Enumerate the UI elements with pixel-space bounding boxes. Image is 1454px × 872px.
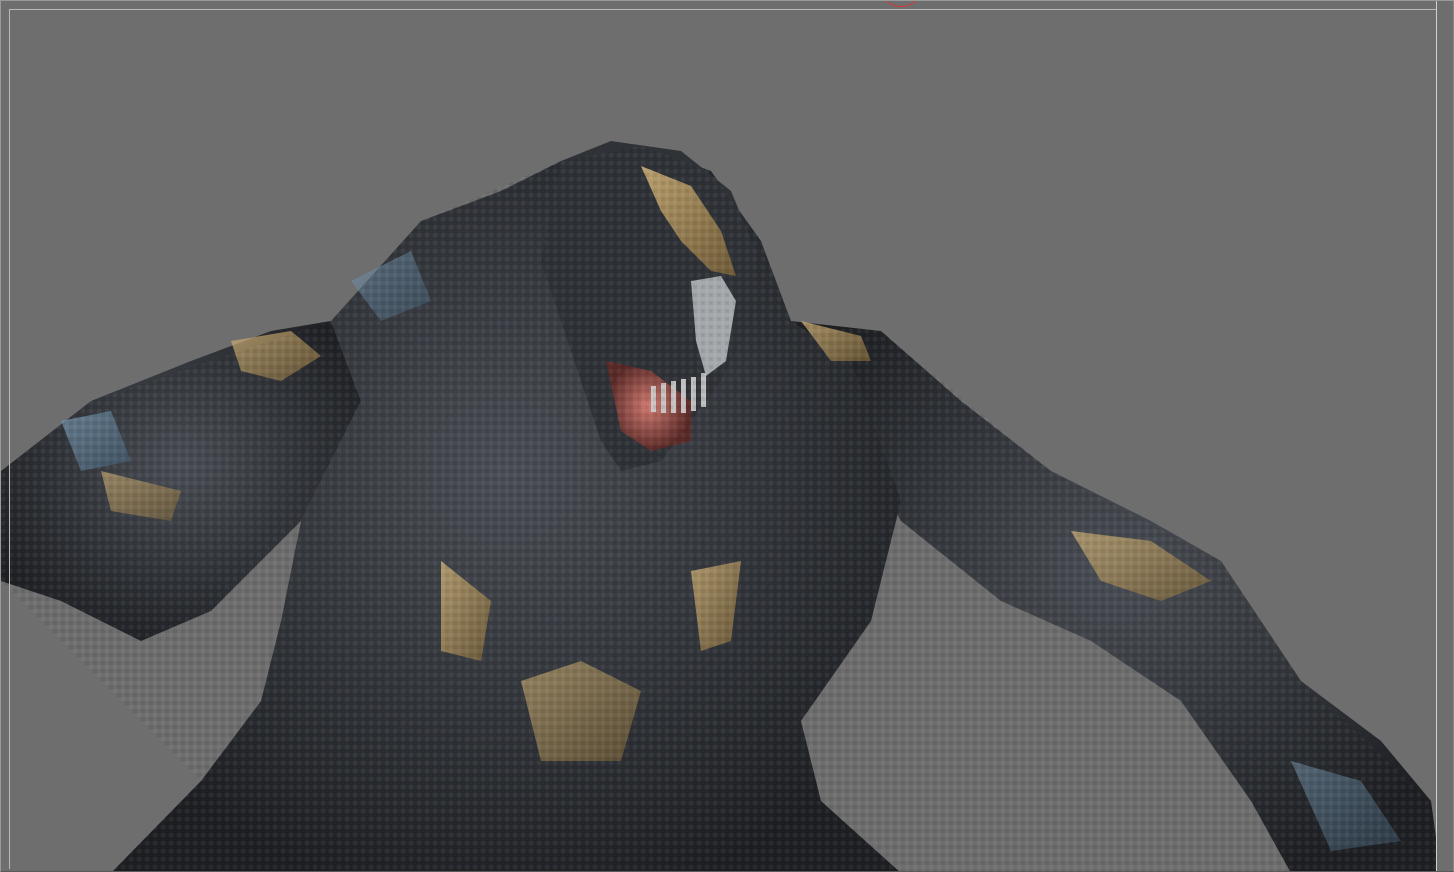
surface-texture <box>1 146 1441 871</box>
3d-viewport[interactable] <box>0 0 1454 872</box>
sculpted-creature-model[interactable] <box>1 1 1454 872</box>
right-panel-edge <box>1436 1 1453 871</box>
